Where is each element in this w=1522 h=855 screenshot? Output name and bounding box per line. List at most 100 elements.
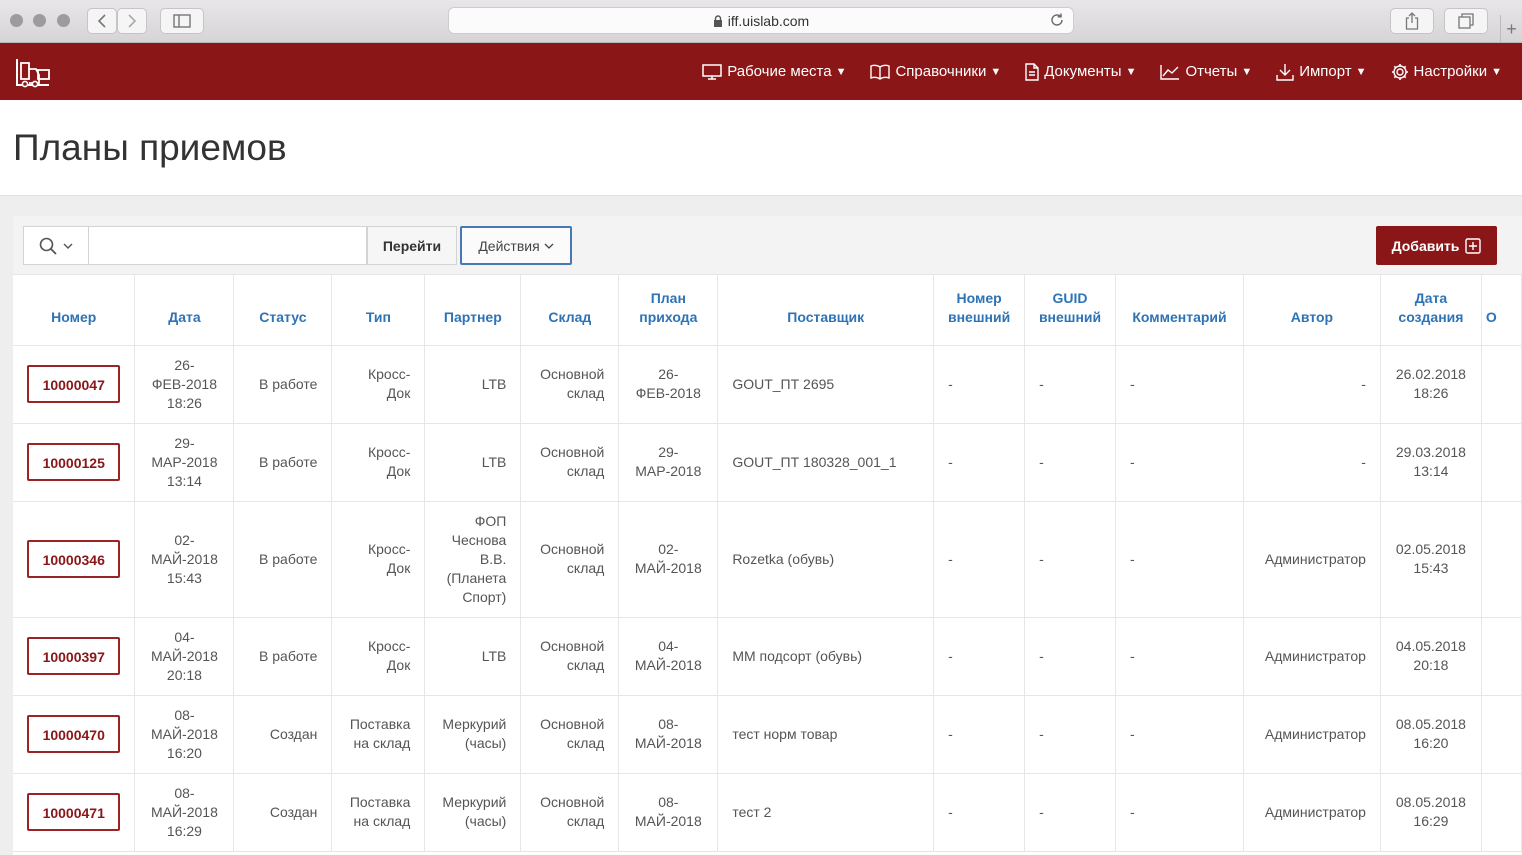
column-header-created[interactable]: Дата создания [1380, 275, 1482, 346]
lock-icon [713, 14, 722, 27]
new-tab-button[interactable]: + [1500, 15, 1522, 43]
menu-reports-label: Отчеты [1185, 63, 1238, 80]
column-header-comment[interactable]: Комментарий [1115, 275, 1244, 346]
cell-warehouse: Основной склад [520, 345, 620, 424]
column-header-number[interactable]: Номер [13, 275, 136, 346]
column-header-type[interactable]: Тип [331, 275, 426, 346]
cell-warehouse: Основной склад [520, 501, 620, 618]
cell-warehouse: Основной склад [520, 695, 620, 774]
plus-icon: + [1506, 18, 1517, 39]
book-icon [870, 64, 891, 80]
cell-plan: 08-МАЙ-2018 [618, 773, 719, 852]
maximize-window-button[interactable] [57, 14, 70, 27]
cell-partner: LTB [424, 617, 522, 696]
go-button[interactable]: Перейти [367, 226, 457, 265]
menu-directories[interactable]: Справочники ▼ [870, 63, 1001, 80]
cell-supplier: ММ подсорт (обувь) [717, 617, 935, 696]
column-header-supplier[interactable]: Поставщик [717, 275, 935, 346]
column-header-warehouse[interactable]: Склад [520, 275, 620, 346]
cell-supplier: тест норм товар [717, 695, 935, 774]
cell-truncated [1481, 345, 1522, 424]
cell-partner: LTB [424, 423, 522, 502]
menu-workplaces[interactable]: Рабочие места ▼ [702, 63, 846, 80]
page-title: Планы приемов [13, 127, 287, 168]
cell-created: 26.02.2018 18:26 [1380, 345, 1482, 424]
reload-icon[interactable] [1049, 12, 1065, 28]
menu-settings[interactable]: Настройки ▼ [1391, 63, 1502, 81]
url-text: iff.uislab.com [727, 12, 810, 29]
cell-plan: 04-МАЙ-2018 [618, 617, 719, 696]
plan-number-button[interactable]: 10000047 [27, 365, 121, 403]
cell-truncated [1481, 773, 1522, 852]
report-toolbar: Перейти Действия Добавить [13, 216, 1522, 275]
close-window-button[interactable] [10, 14, 23, 27]
cell-status: Создан [233, 695, 333, 774]
report-panel: Перейти Действия Добавить Номер Дата Ста… [13, 216, 1522, 855]
column-header-guid[interactable]: GUID внешний [1024, 275, 1117, 346]
sidebar-icon [173, 14, 191, 28]
cell-date: 26-ФЕВ-2018 18:26 [134, 345, 235, 424]
column-header-truncated[interactable]: О [1481, 275, 1522, 346]
sidebar-toggle-button[interactable] [160, 8, 204, 34]
column-header-author[interactable]: Автор [1243, 275, 1381, 346]
cell-author: Администратор [1243, 501, 1381, 618]
cell-date: 29-МАР-2018 13:14 [134, 423, 235, 502]
cell-author: - [1243, 423, 1381, 502]
caret-down-icon: ▼ [1241, 65, 1253, 78]
tabs-overview-button[interactable] [1444, 8, 1488, 34]
cell-guid: - [1024, 345, 1117, 424]
cell-plan: 02-МАЙ-2018 [618, 501, 719, 618]
monitor-icon [702, 63, 722, 80]
cell-author: Администратор [1243, 617, 1381, 696]
main-menu: Рабочие места ▼ Справочники ▼ Документы ▼ О… [678, 43, 1502, 100]
page-header: Планы приемов [0, 100, 1522, 196]
cell-author: - [1243, 345, 1381, 424]
search-input[interactable] [89, 226, 367, 265]
forward-button[interactable] [117, 8, 147, 34]
cell-status: В работе [233, 617, 333, 696]
document-icon [1025, 62, 1039, 81]
cell-created: 08.05.2018 16:29 [1380, 773, 1482, 852]
plans-table: Номер Дата Статус Тип Партнер Склад План… [13, 275, 1522, 852]
column-header-plan[interactable]: План прихода [618, 275, 719, 346]
add-button[interactable]: Добавить [1376, 226, 1497, 265]
gear-icon [1391, 63, 1408, 80]
chart-icon [1160, 64, 1180, 80]
cell-date: 08-МАЙ-2018 16:29 [134, 773, 235, 852]
cell-truncated [1481, 617, 1522, 696]
plan-number-button[interactable]: 10000470 [27, 715, 121, 753]
search-column-selector[interactable] [23, 226, 89, 265]
menu-documents[interactable]: Документы ▼ [1025, 62, 1137, 81]
table-row: 10000047 26-ФЕВ-2018 18:26 В работе Крос… [13, 345, 1522, 424]
cell-type: Кросс-Док [331, 501, 426, 618]
plan-number-button[interactable]: 10000471 [27, 793, 121, 831]
plan-number-button[interactable]: 10000125 [27, 443, 121, 481]
caret-down-icon: ▼ [1125, 65, 1137, 78]
cell-warehouse: Основной склад [520, 423, 620, 502]
column-header-ext-number[interactable]: Номер внешний [933, 275, 1026, 346]
minimize-window-button[interactable] [33, 14, 46, 27]
cell-truncated [1481, 695, 1522, 774]
menu-reports[interactable]: Отчеты ▼ [1160, 63, 1252, 80]
cell-partner: LTB [424, 345, 522, 424]
column-header-partner[interactable]: Партнер [424, 275, 522, 346]
address-bar[interactable]: iff.uislab.com [448, 7, 1074, 34]
menu-import[interactable]: Импорт ▼ [1276, 63, 1367, 81]
cell-ext-number: - [933, 773, 1026, 852]
column-header-date[interactable]: Дата [134, 275, 235, 346]
share-button[interactable] [1390, 8, 1434, 34]
plan-number-button[interactable]: 10000397 [27, 637, 121, 675]
plus-square-icon [1465, 237, 1482, 254]
back-button[interactable] [87, 8, 117, 34]
cell-plan: 08-МАЙ-2018 [618, 695, 719, 774]
cell-truncated [1481, 501, 1522, 618]
column-header-status[interactable]: Статус [233, 275, 333, 346]
plan-number-button[interactable]: 10000346 [27, 540, 121, 578]
cell-status: В работе [233, 501, 333, 618]
cell-created: 02.05.2018 15:43 [1380, 501, 1482, 618]
table-header-row: Номер Дата Статус Тип Партнер Склад План… [13, 275, 1522, 346]
actions-menu-button[interactable]: Действия [460, 226, 572, 265]
cell-guid: - [1024, 501, 1117, 618]
app-logo[interactable] [14, 55, 52, 89]
chevron-down-icon [544, 243, 554, 249]
